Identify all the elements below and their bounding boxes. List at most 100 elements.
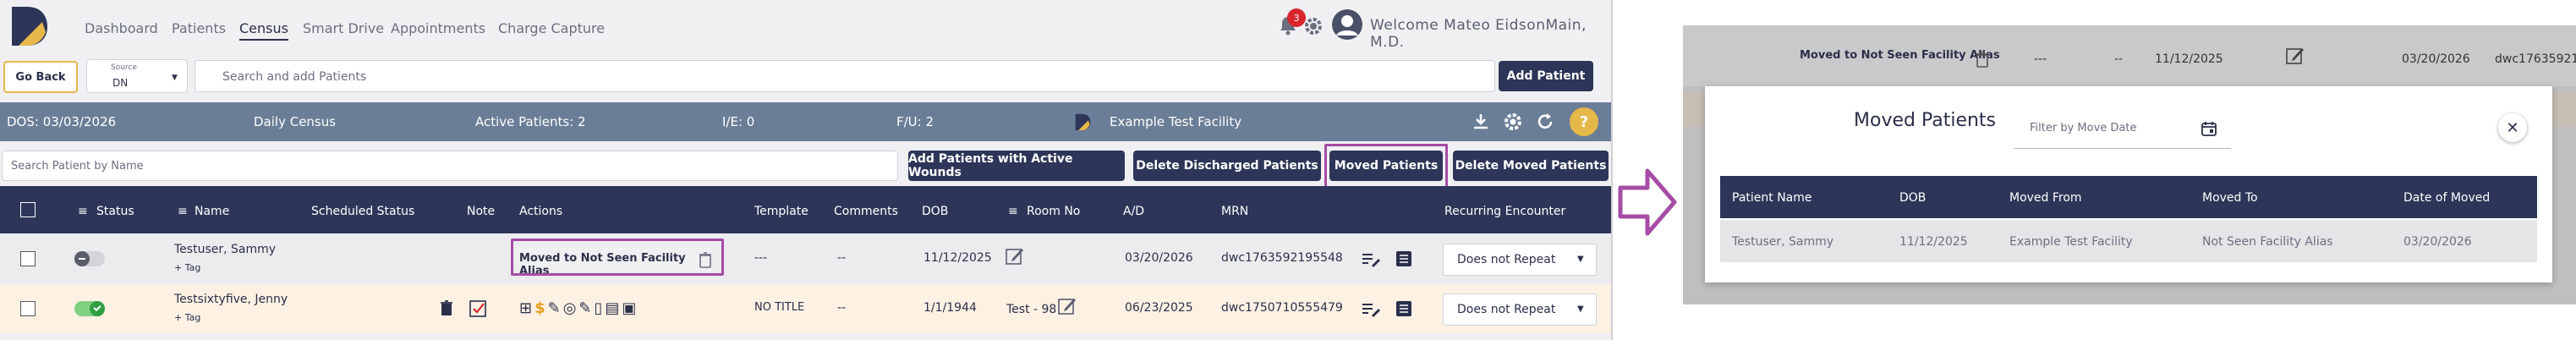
delete-icon[interactable] (440, 299, 453, 316)
source-label: Source (111, 63, 137, 72)
census-summary-bar: DOS: 03/03/2026 Daily Census Active Pati… (0, 102, 1611, 141)
settings-icon[interactable] (1504, 112, 1522, 131)
bg-moved-status: Moved to Not Seen Facility Alias (1800, 49, 2000, 62)
trash-icon (1976, 52, 1988, 68)
comments-value: -- (837, 251, 847, 265)
nav-charge-capture[interactable]: Charge Capture (498, 20, 605, 36)
patient-name[interactable]: Testuser, Sammy (174, 243, 276, 256)
ad-value: 06/23/2025 (1125, 301, 1193, 315)
facility-logo-icon (1075, 113, 1091, 131)
dob-value: 11/12/2025 (924, 251, 992, 265)
census-title: Daily Census (254, 114, 337, 129)
template-value: --- (754, 251, 768, 265)
moved-patients-highlight (1324, 144, 1448, 191)
note-edit-icon[interactable] (1362, 302, 1380, 317)
filter-move-date-placeholder: Filter by Move Date (2030, 122, 2137, 134)
add-tag-link[interactable]: + Tag (174, 312, 200, 323)
download-icon[interactable] (1472, 112, 1490, 131)
search-add-patients-placeholder: Search and add Patients (222, 70, 367, 84)
facility-name: Example Test Facility (1110, 114, 1242, 129)
modal-table-header: Patient Name DOB Moved From Moved To Dat… (1720, 176, 2537, 218)
delete-discharged-button[interactable]: Delete Discharged Patients (1133, 151, 1321, 181)
room-value: Test - 98 (1006, 303, 1057, 316)
arrow-right-icon (1618, 168, 1677, 236)
col-comments: Comments (834, 205, 898, 218)
bg-mrn: dwc176359219 (2495, 52, 2576, 66)
recurring-select[interactable]: Does not Repeat ▼ (1443, 293, 1597, 326)
note-edit-icon[interactable] (1362, 252, 1380, 267)
active-patients-count: Active Patients: 2 (475, 114, 586, 129)
action-icons[interactable]: ⊞$✎◎✎▯▤▣ (519, 299, 639, 317)
fu-count: F/U: 2 (896, 114, 934, 129)
row-checkbox[interactable] (20, 251, 36, 266)
moved-to: Not Seen Facility Alias (2202, 235, 2333, 249)
select-all-checkbox[interactable] (20, 202, 36, 217)
chevron-down-icon: ▼ (1577, 304, 1584, 314)
col-room-no[interactable]: Room No (1027, 205, 1080, 218)
list-icon[interactable] (1395, 250, 1412, 267)
nav-appointments[interactable]: Appointments (391, 20, 485, 36)
top-navigation: Dashboard Patients Census Smart Drive Ap… (0, 0, 1611, 52)
col-recurring-encounter: Recurring Encounter (1444, 205, 1566, 218)
nav-smart-drive[interactable]: Smart Drive (303, 20, 384, 36)
col-date-of-moved: Date of Moved (2403, 191, 2491, 205)
patient-name[interactable]: Testsixtyfive, Jenny (174, 293, 288, 306)
date-of-moved: 03/20/2026 (2403, 235, 2472, 249)
col-mrn: MRN (1221, 205, 1249, 218)
list-icon[interactable] (1395, 300, 1412, 317)
col-name[interactable]: Name (195, 205, 229, 218)
close-icon[interactable]: ✕ (2498, 113, 2527, 142)
sort-icon[interactable]: ≡ (1008, 205, 1018, 218)
go-back-button[interactable]: Go Back (3, 61, 78, 93)
filter-move-date-input[interactable]: Filter by Move Date (2014, 112, 2231, 149)
moved-from: Example Test Facility (2009, 235, 2133, 249)
source-value: DN (112, 77, 129, 89)
table-row: Testuser, Sammy + Tag Moved to Not Seen … (0, 234, 1611, 283)
recurring-select[interactable]: Does not Repeat ▼ (1443, 244, 1597, 276)
col-dob: DOB (922, 205, 949, 218)
source-select[interactable]: Source DN ▼ (86, 59, 188, 93)
add-patients-active-wounds-button[interactable]: Add Patients with Active Wounds (908, 151, 1125, 181)
panel-divider (1611, 0, 1613, 340)
template-value: NO TITLE (754, 301, 805, 314)
table-row: Testsixtyfive, Jenny + Tag ⊞$✎◎✎▯▤▣ NO T… (0, 284, 1611, 333)
nav-census[interactable]: Census (239, 20, 288, 41)
col-status[interactable]: Status (96, 205, 134, 218)
row-checkbox[interactable] (20, 301, 36, 316)
avatar[interactable] (1331, 8, 1363, 41)
comments-value: -- (837, 301, 847, 315)
col-actions: Actions (519, 205, 563, 218)
add-tag-link[interactable]: + Tag (174, 262, 200, 273)
sort-icon[interactable]: ≡ (78, 205, 88, 218)
gear-icon[interactable] (1304, 17, 1323, 36)
help-icon[interactable]: ? (1570, 107, 1598, 136)
col-template: Template (754, 205, 808, 218)
ad-value: 03/20/2026 (1125, 251, 1193, 265)
delete-moved-patients-button[interactable]: Delete Moved Patients (1453, 151, 1609, 181)
edit-room-icon[interactable] (1057, 296, 1077, 316)
bg-comments: -- (2114, 52, 2124, 66)
add-patient-button[interactable]: Add Patient (1499, 61, 1593, 91)
status-toggle[interactable] (74, 251, 105, 266)
notification-badge: 3 (1287, 8, 1306, 27)
search-add-patients-input[interactable]: Search and add Patients (195, 60, 1495, 92)
calendar-icon[interactable] (2201, 120, 2217, 137)
app-logo-icon (12, 7, 47, 46)
welcome-text: Welcome Mateo EidsonMain, M.D. (1370, 17, 1587, 51)
moved-patient-dob: 11/12/2025 (1899, 235, 1968, 249)
col-patient-name: Patient Name (1732, 191, 1812, 205)
bg-dob: 11/12/2025 (2155, 52, 2223, 66)
sort-icon[interactable]: ≡ (178, 205, 188, 218)
refresh-icon[interactable] (1536, 112, 1554, 131)
edit-room-icon[interactable] (1005, 246, 1025, 266)
checklist-icon[interactable] (469, 298, 489, 318)
status-toggle[interactable] (74, 301, 105, 316)
moved-patient-name: Testuser, Sammy (1732, 235, 1834, 249)
nav-dashboard[interactable]: Dashboard (85, 20, 158, 36)
bg-template: --- (2034, 52, 2047, 66)
census-screen: Dashboard Patients Census Smart Drive Ap… (0, 0, 1611, 340)
search-patient-input[interactable]: Search Patient by Name (2, 151, 898, 181)
search-patient-placeholder: Search Patient by Name (11, 160, 144, 173)
table-header: ≡ Status ≡ Name Scheduled Status Note Ac… (0, 186, 1611, 233)
nav-patients[interactable]: Patients (172, 20, 226, 36)
